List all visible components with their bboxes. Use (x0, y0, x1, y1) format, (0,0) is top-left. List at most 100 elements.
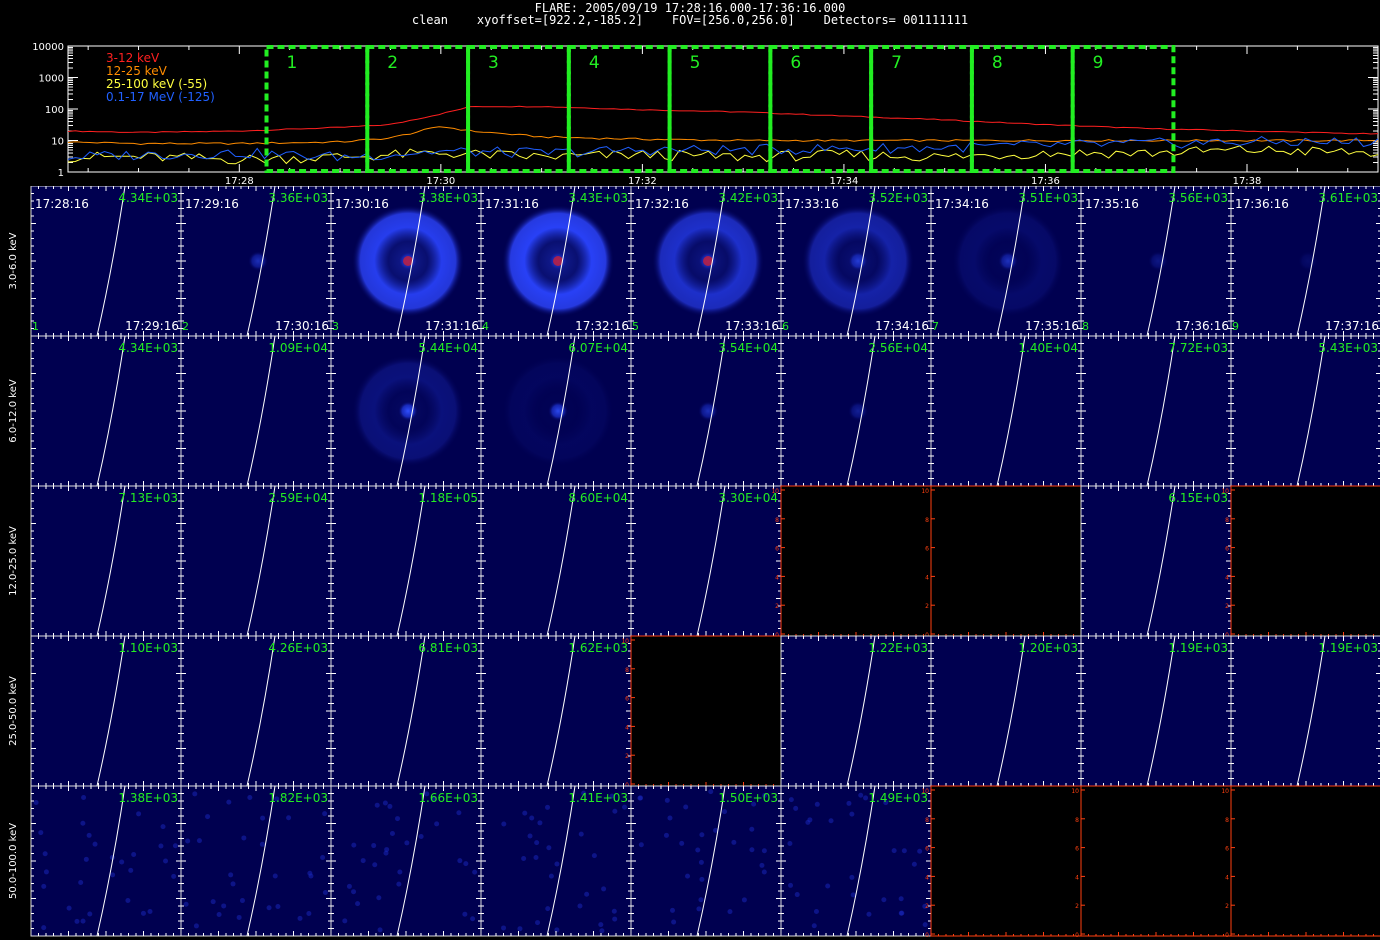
noise-speckle (696, 906, 702, 912)
noise-speckle (78, 879, 84, 885)
energy-band-label: 6.0-12.0 keV (8, 379, 19, 443)
peak-value: 3.56E+03 (1168, 191, 1228, 205)
noise-speckle (239, 898, 245, 904)
peak-value: 7.72E+03 (1168, 341, 1228, 355)
series-line (67, 136, 1379, 162)
noise-speckle (418, 834, 424, 840)
panel-background (30, 335, 182, 487)
empty-panel-tick: 4 (775, 574, 779, 581)
panel-background (1080, 335, 1232, 487)
peak-value: 1.82E+03 (268, 791, 328, 805)
empty-panel-tick: 6 (625, 696, 629, 703)
noise-speckle (43, 869, 49, 875)
noise-speckle (548, 873, 554, 879)
peak-value: 1.49E+03 (868, 791, 928, 805)
noise-speckle (66, 905, 72, 911)
start-time: 17:32:16 (635, 197, 689, 211)
noise-speckle (517, 926, 523, 932)
noise-speckle (849, 811, 855, 817)
peak-value: 1.38E+03 (118, 791, 178, 805)
peak-value: 2.59E+04 (268, 491, 328, 505)
noise-speckle (858, 792, 864, 798)
noise-speckle (846, 800, 852, 806)
empty-panel-tick: 2 (925, 603, 929, 610)
noise-speckle (759, 862, 765, 868)
peak-value: 3.30E+04 (718, 491, 778, 505)
legend-entry: 0.1-17 MeV (-125) (106, 90, 215, 104)
noise-speckle (578, 831, 584, 837)
interval-number: 5 (632, 320, 639, 333)
noise-speckle (185, 838, 191, 844)
empty-panel-tick: 10 (1221, 488, 1229, 495)
energy-band-label: 25.0-50.0 keV (8, 676, 19, 746)
image-panel: 0246810 (1221, 485, 1380, 639)
noise-speckle (236, 914, 242, 920)
empty-panel-tick: 8 (925, 817, 929, 824)
image-panel: 0246810 (921, 485, 1082, 639)
noise-speckle (722, 809, 728, 815)
empty-panel-tick: 6 (1075, 846, 1079, 853)
interval-label: 3 (488, 53, 499, 73)
image-panel: 5.43E+03 (1230, 335, 1380, 487)
noise-speckle (382, 800, 388, 806)
noise-speckle (462, 911, 468, 917)
empty-panel-tick: 4 (925, 874, 929, 881)
noise-speckle (638, 842, 644, 848)
x-tick-label: 17:36 (1031, 176, 1060, 186)
noise-speckle (81, 795, 87, 801)
peak-value: 8.60E+04 (568, 491, 628, 505)
peak-value: 1.40E+04 (1018, 341, 1078, 355)
interval-number: 1 (32, 320, 39, 333)
noise-speckle (286, 815, 292, 821)
x-tick-label: 17:38 (1233, 176, 1262, 186)
noise-speckle (533, 855, 539, 861)
image-panel: 1.82E+03 (180, 785, 332, 937)
panel-background (480, 485, 632, 637)
noise-speckle (911, 861, 917, 867)
image-panel: 4.34E+03 (30, 335, 182, 487)
peak-value: 6.15E+03 (1168, 491, 1228, 505)
image-panel: 1.09E+04 (180, 335, 332, 487)
panel-background (780, 635, 932, 787)
empty-panel-tick: 6 (775, 546, 779, 553)
noise-speckle (216, 911, 222, 917)
y-tick-label: 1000 (39, 74, 64, 85)
end-time: 17:29:16 (125, 319, 179, 333)
noise-speckle (404, 840, 410, 846)
plot-header: FLARE: 2005/09/19 17:28:16.000-17:36:16.… (0, 2, 1380, 26)
empty-panel (1230, 485, 1380, 637)
image-panel: 1.50E+03 (630, 785, 782, 937)
noise-speckle (41, 925, 47, 931)
noise-speckle (521, 856, 527, 862)
noise-speckle (396, 881, 402, 887)
empty-panel-tick: 8 (1075, 817, 1079, 824)
noise-speckle (221, 903, 227, 909)
interval-number: 9 (1232, 320, 1239, 333)
image-panel: 3.51E+03 17:34:16 17:35:16 7 (930, 186, 1082, 337)
noise-speckle (210, 899, 216, 905)
noise-speckle (128, 867, 134, 873)
noise-speckle (80, 820, 86, 826)
image-panel: 3.42E+03 17:32:16 17:33:16 5 (630, 186, 782, 337)
noise-speckle (679, 840, 685, 846)
flare-source (548, 401, 568, 421)
noise-speckle (307, 870, 313, 876)
empty-panel (780, 485, 932, 637)
end-time: 17:35:16 (1025, 319, 1079, 333)
noise-speckle (749, 826, 755, 832)
energy-band-label: 12.0-25.0 keV (8, 526, 19, 596)
empty-panel (930, 785, 1082, 937)
noise-speckle (38, 830, 44, 836)
noise-speckle (389, 830, 395, 836)
empty-panel-tick: 10 (771, 488, 779, 495)
peak-value: 1.62E+03 (568, 641, 628, 655)
noise-speckle (230, 881, 236, 887)
noise-speckle (260, 815, 266, 821)
image-panel: 6.07E+04 (480, 335, 632, 487)
interval-label: 9 (1093, 53, 1104, 73)
peak-value: 3.51E+03 (1018, 191, 1078, 205)
noise-speckle (472, 869, 478, 875)
panel-background (30, 635, 182, 787)
interval-box (969, 45, 1075, 173)
empty-panel-tick: 10 (1071, 788, 1079, 795)
